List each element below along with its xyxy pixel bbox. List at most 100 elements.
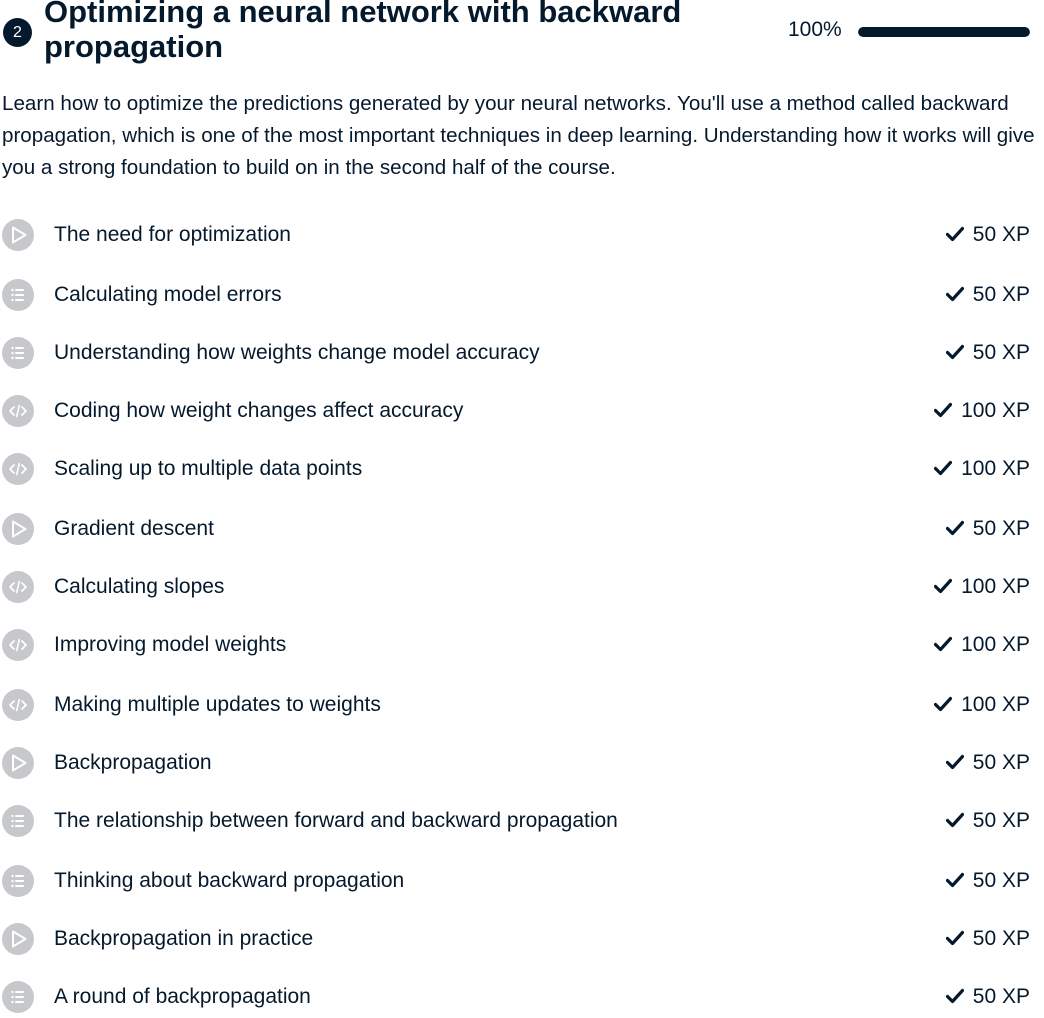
checkmark-icon [945, 988, 964, 1004]
xp-label: 50 XP [972, 985, 1030, 1008]
code-icon [2, 453, 34, 485]
progress-bar-track [858, 27, 1030, 37]
chapter-description: Learn how to optimize the predictions ge… [2, 92, 1035, 179]
exercise-xp: 50 XP [945, 516, 1030, 542]
video-icon [2, 923, 34, 955]
code-icon [2, 689, 34, 721]
code-icon [2, 395, 34, 427]
exercise-title[interactable]: Backpropagation [54, 750, 212, 776]
exercise-title[interactable]: The need for optimization [54, 222, 291, 248]
exercise-item[interactable]: Coding how weight changes affect accurac… [0, 391, 1044, 431]
exercise-title[interactable]: Making multiple updates to weights [54, 692, 381, 718]
exercise-title[interactable]: Improving model weights [54, 632, 286, 658]
exercise-title[interactable]: Backpropagation in practice [54, 926, 313, 952]
exercise-item[interactable]: Improving model weights 100 XP [0, 625, 1044, 665]
multiple-choice-icon [2, 805, 34, 837]
exercise-xp: 100 XP [934, 398, 1030, 424]
exercise-item[interactable]: A round of backpropagation 50 XP [0, 977, 1044, 1017]
exercise-item[interactable]: Scaling up to multiple data points 100 X… [0, 449, 1044, 489]
code-icon-glyph [9, 698, 27, 712]
xp-label: 50 XP [972, 927, 1030, 950]
exercise-item[interactable]: Gradient descent 50 XP [0, 509, 1044, 549]
chapter-number-badge: 2 [3, 18, 32, 47]
exercise-title[interactable]: A round of backpropagation [54, 984, 311, 1010]
exercise-title[interactable]: Calculating slopes [54, 574, 224, 600]
code-icon-glyph [9, 580, 27, 594]
exercise-xp: 100 XP [934, 632, 1030, 658]
exercise-title[interactable]: Gradient descent [54, 516, 214, 542]
progress-bar-fill [858, 27, 1030, 37]
video-icon-glyph [12, 520, 27, 538]
code-icon-glyph [9, 462, 27, 476]
checkmark-icon [934, 460, 953, 476]
xp-label: 100 XP [961, 633, 1030, 656]
exercise-xp: 100 XP [934, 692, 1030, 718]
exercise-item[interactable]: Making multiple updates to weights 100 X… [0, 685, 1044, 725]
exercise-item[interactable]: Backpropagation in practice 50 XP [0, 919, 1044, 959]
chapter-title[interactable]: Optimizing a neural network with backwar… [44, 0, 764, 64]
exercise-xp: 50 XP [945, 926, 1030, 952]
exercise-title[interactable]: Thinking about backward propagation [54, 868, 404, 894]
multiple-choice-icon [2, 279, 34, 311]
video-icon-glyph [12, 930, 27, 948]
multiple-choice-icon [2, 981, 34, 1013]
exercise-item[interactable]: The need for optimization 50 XP [0, 215, 1044, 255]
checkmark-icon [934, 402, 953, 418]
exercise-xp: 100 XP [934, 574, 1030, 600]
multiple-choice-icon-glyph [11, 990, 24, 1004]
video-icon [2, 513, 34, 545]
code-icon-glyph [9, 404, 27, 418]
checkmark-icon [945, 872, 964, 888]
xp-label: 100 XP [961, 399, 1030, 422]
exercise-title[interactable]: Scaling up to multiple data points [54, 456, 362, 482]
code-icon [2, 629, 34, 661]
exercise-xp: 50 XP [945, 222, 1030, 248]
multiple-choice-icon-glyph [11, 874, 24, 888]
xp-label: 100 XP [961, 457, 1030, 480]
checkmark-icon [934, 696, 953, 712]
xp-label: 50 XP [972, 809, 1030, 832]
exercise-xp: 50 XP [945, 984, 1030, 1010]
xp-label: 50 XP [972, 517, 1030, 540]
exercise-item[interactable]: Thinking about backward propagation 50 X… [0, 861, 1044, 901]
exercise-title[interactable]: The relationship between forward and bac… [54, 808, 618, 834]
exercise-item[interactable]: Calculating slopes 100 XP [0, 567, 1044, 607]
xp-label: 100 XP [961, 575, 1030, 598]
exercise-item[interactable]: Backpropagation 50 XP [0, 743, 1044, 783]
checkmark-icon [945, 286, 964, 302]
progress-percent: 100% [788, 18, 842, 41]
exercise-item[interactable]: The relationship between forward and bac… [0, 801, 1044, 841]
exercise-title[interactable]: Coding how weight changes affect accurac… [54, 398, 463, 424]
checkmark-icon [945, 226, 964, 242]
xp-label: 50 XP [972, 223, 1030, 246]
exercise-title[interactable]: Calculating model errors [54, 282, 282, 308]
code-icon-glyph [9, 638, 27, 652]
chapter-header: 2 Optimizing a neural network with backw… [0, 0, 1044, 72]
exercise-title[interactable]: Understanding how weights change model a… [54, 340, 540, 366]
multiple-choice-icon-glyph [11, 346, 24, 360]
exercise-xp: 50 XP [945, 282, 1030, 308]
xp-label: 50 XP [972, 341, 1030, 364]
xp-label: 50 XP [972, 869, 1030, 892]
multiple-choice-icon-glyph [11, 288, 24, 302]
xp-label: 50 XP [972, 283, 1030, 306]
xp-label: 50 XP [972, 751, 1030, 774]
video-icon [2, 219, 34, 251]
exercise-xp: 50 XP [945, 340, 1030, 366]
exercise-item[interactable]: Understanding how weights change model a… [0, 333, 1044, 373]
checkmark-icon [945, 754, 964, 770]
exercise-item[interactable]: Calculating model errors 50 XP [0, 275, 1044, 315]
checkmark-icon [934, 578, 953, 594]
exercise-xp: 50 XP [945, 868, 1030, 894]
multiple-choice-icon-glyph [11, 814, 24, 828]
xp-label: 100 XP [961, 693, 1030, 716]
video-icon-glyph [12, 754, 27, 772]
chapter-progress: 100% [788, 16, 1032, 44]
checkmark-icon [934, 636, 953, 652]
exercise-xp: 100 XP [934, 456, 1030, 482]
exercise-xp: 50 XP [945, 750, 1030, 776]
multiple-choice-icon [2, 865, 34, 897]
chapter-card: 2 Optimizing a neural network with backw… [0, 0, 1044, 1018]
multiple-choice-icon [2, 337, 34, 369]
checkmark-icon [945, 930, 964, 946]
